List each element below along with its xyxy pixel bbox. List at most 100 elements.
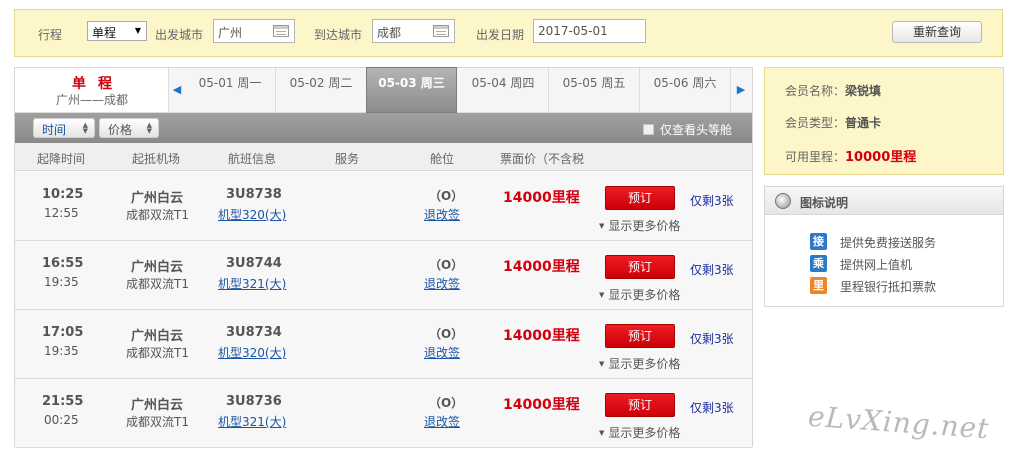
arrival-time: 19:35 [44,275,79,289]
aircraft-model-link[interactable]: 机型320(大) [218,206,286,223]
refund-rules-link[interactable]: 退改签 [424,344,460,361]
show-more-prices-link[interactable]: ▼ 显示更多价格 [599,217,680,234]
member-miles-row: 可用里程：10000里程 [785,146,916,165]
from-city-value: 广州 [218,26,243,40]
column-header: 起降时间 起抵机场 航班信息 服务 舱位 票面价（不含税 [15,143,752,171]
date-tab[interactable]: 05-06 周六 [640,68,731,112]
trip-type: 单程 [72,76,124,92]
arrival-time: 00:25 [44,413,79,427]
member-name: 梁锐填 [845,84,882,98]
more-prices-label: 显示更多价格 [608,288,681,302]
refund-rules-link[interactable]: 退改签 [424,275,460,292]
book-button[interactable]: 预订 [605,324,675,348]
member-miles-label: 可用里程： [785,150,846,164]
filter-bar: 时间 ▲ ▼ 价格 ▲ ▼ 仅查看头等舱 [15,113,752,143]
member-type-row: 会员类型：普通卡 [785,114,881,131]
prev-dates-icon[interactable]: ◀ [169,68,185,112]
date-label: 出发日期 [476,28,525,42]
head-cabin-filter[interactable]: 仅查看头等舱 [642,121,732,138]
show-more-prices-link[interactable]: ▼ 显示更多价格 [599,286,680,303]
site-watermark: eLvXing.net [807,399,991,446]
book-button[interactable]: 预订 [605,255,675,279]
aircraft-model-link[interactable]: 机型321(大) [218,413,286,430]
arrival-time: 19:35 [44,344,79,358]
more-prices-label: 显示更多价格 [608,357,681,371]
sort-by-time-button[interactable]: 时间 ▲ ▼ [33,118,95,138]
flight-row: 10:25 12:55 广州白云 成都双流T1 3U8738 机型320(大) … [15,172,752,241]
legend-header: 图标说明 [765,187,1003,215]
departure-airport: 广州白云 [131,191,184,206]
sort-price-label: 价格 [108,123,133,137]
col-cabin: 舱位 [430,152,455,166]
departure-airport: 广州白云 [131,329,184,344]
date-tab[interactable]: 05-02 周二 [276,68,367,112]
refund-rules-link[interactable]: 退改签 [424,206,460,223]
caret-down-icon: ▼ [599,429,605,437]
to-city-input[interactable]: 成都 [372,19,455,43]
icon-legend-panel: 图标说明 接 提供免费接送服务 乘 提供网上值机 里 里程银行抵扣票款 [764,186,1004,307]
more-prices-label: 显示更多价格 [608,426,681,440]
aircraft-model-link[interactable]: 机型320(大) [218,344,286,361]
show-more-prices-link[interactable]: ▼ 显示更多价格 [599,355,680,372]
flight-row: 17:05 19:35 广州白云 成都双流T1 3U8734 机型320(大) … [15,310,752,379]
sort-by-price-button[interactable]: 价格 ▲ ▼ [99,118,159,138]
globe-icon [775,193,791,209]
date-tab-active[interactable]: 05-03 周三 [366,67,457,113]
show-more-prices-link[interactable]: ▼ 显示更多价格 [599,424,680,441]
col-service: 服务 [335,152,360,166]
flight-number: 3U8744 [226,256,282,271]
col-price: 票面价（不含税 [500,152,585,166]
online-checkin-icon: 乘 [810,255,827,272]
col-flight: 航班信息 [228,152,277,166]
trip-type-select[interactable]: 单程 ▼ [87,21,147,41]
date-value: 2017-05-01 [538,24,608,38]
fare-price: 14000里程 [503,259,580,275]
col-time: 起降时间 [37,152,86,166]
from-city-input[interactable]: 广州 [213,19,295,43]
legend-text: 里程银行抵扣票款 [840,280,937,294]
date-tab[interactable]: 05-05 周五 [549,68,640,112]
pickup-service-icon: 接 [810,233,827,250]
cabin-class: （O） [429,327,464,341]
departure-time: 17:05 [42,325,84,340]
legend-text: 提供免费接送服务 [840,236,937,250]
caret-down-icon: ▼ [134,26,141,35]
book-button[interactable]: 预订 [605,393,675,417]
sort-time-label: 时间 [42,123,67,137]
head-cabin-checkbox[interactable] [642,124,654,135]
trip-type-label: 行程 [38,28,63,42]
date-input[interactable]: 2017-05-01 [533,19,646,43]
caret-down-icon: ▼ [599,360,605,368]
head-cabin-label: 仅查看头等舱 [659,123,732,137]
arrival-airport: 成都双流T1 [126,208,189,222]
col-airport: 起抵机场 [132,152,181,166]
next-dates-icon[interactable]: ▶ [733,68,749,112]
departure-airport: 广州白云 [131,398,184,413]
seats-remaining: 仅剩3张 [690,194,734,208]
from-city-label: 出发城市 [155,28,204,42]
calendar-icon[interactable] [433,25,449,37]
member-info-panel: 会员名称：梁锐填 会员类型：普通卡 可用里程：10000里程 [764,67,1004,175]
to-city-label: 到达城市 [314,28,363,42]
seats-remaining: 仅剩3张 [690,401,734,415]
date-tab[interactable]: 05-01 周一 [185,68,276,112]
book-button[interactable]: 预订 [605,186,675,210]
fare-price: 14000里程 [503,397,580,413]
cabin-class: （O） [429,189,464,203]
aircraft-model-link[interactable]: 机型321(大) [218,275,286,292]
departure-airport: 广州白云 [131,260,184,275]
calendar-icon[interactable] [273,25,289,37]
flight-row: 21:55 00:25 广州白云 成都双流T1 3U8736 机型321(大) … [15,379,752,448]
flight-row: 16:55 19:35 广州白云 成都双流T1 3U8744 机型321(大) … [15,241,752,310]
caret-down-icon: ▼ [599,222,605,230]
member-name-row: 会员名称：梁锐填 [785,82,881,99]
departure-time: 16:55 [42,256,84,271]
date-tab[interactable]: 05-04 周四 [458,68,549,112]
arrival-airport: 成都双流T1 [126,415,189,429]
member-miles: 10000里程 [845,150,917,165]
refund-rules-link[interactable]: 退改签 [424,413,460,430]
arrival-airport: 成都双流T1 [126,277,189,291]
more-prices-label: 显示更多价格 [608,219,681,233]
requery-button[interactable]: 重新查询 [892,21,982,43]
legend-title: 图标说明 [800,196,849,210]
